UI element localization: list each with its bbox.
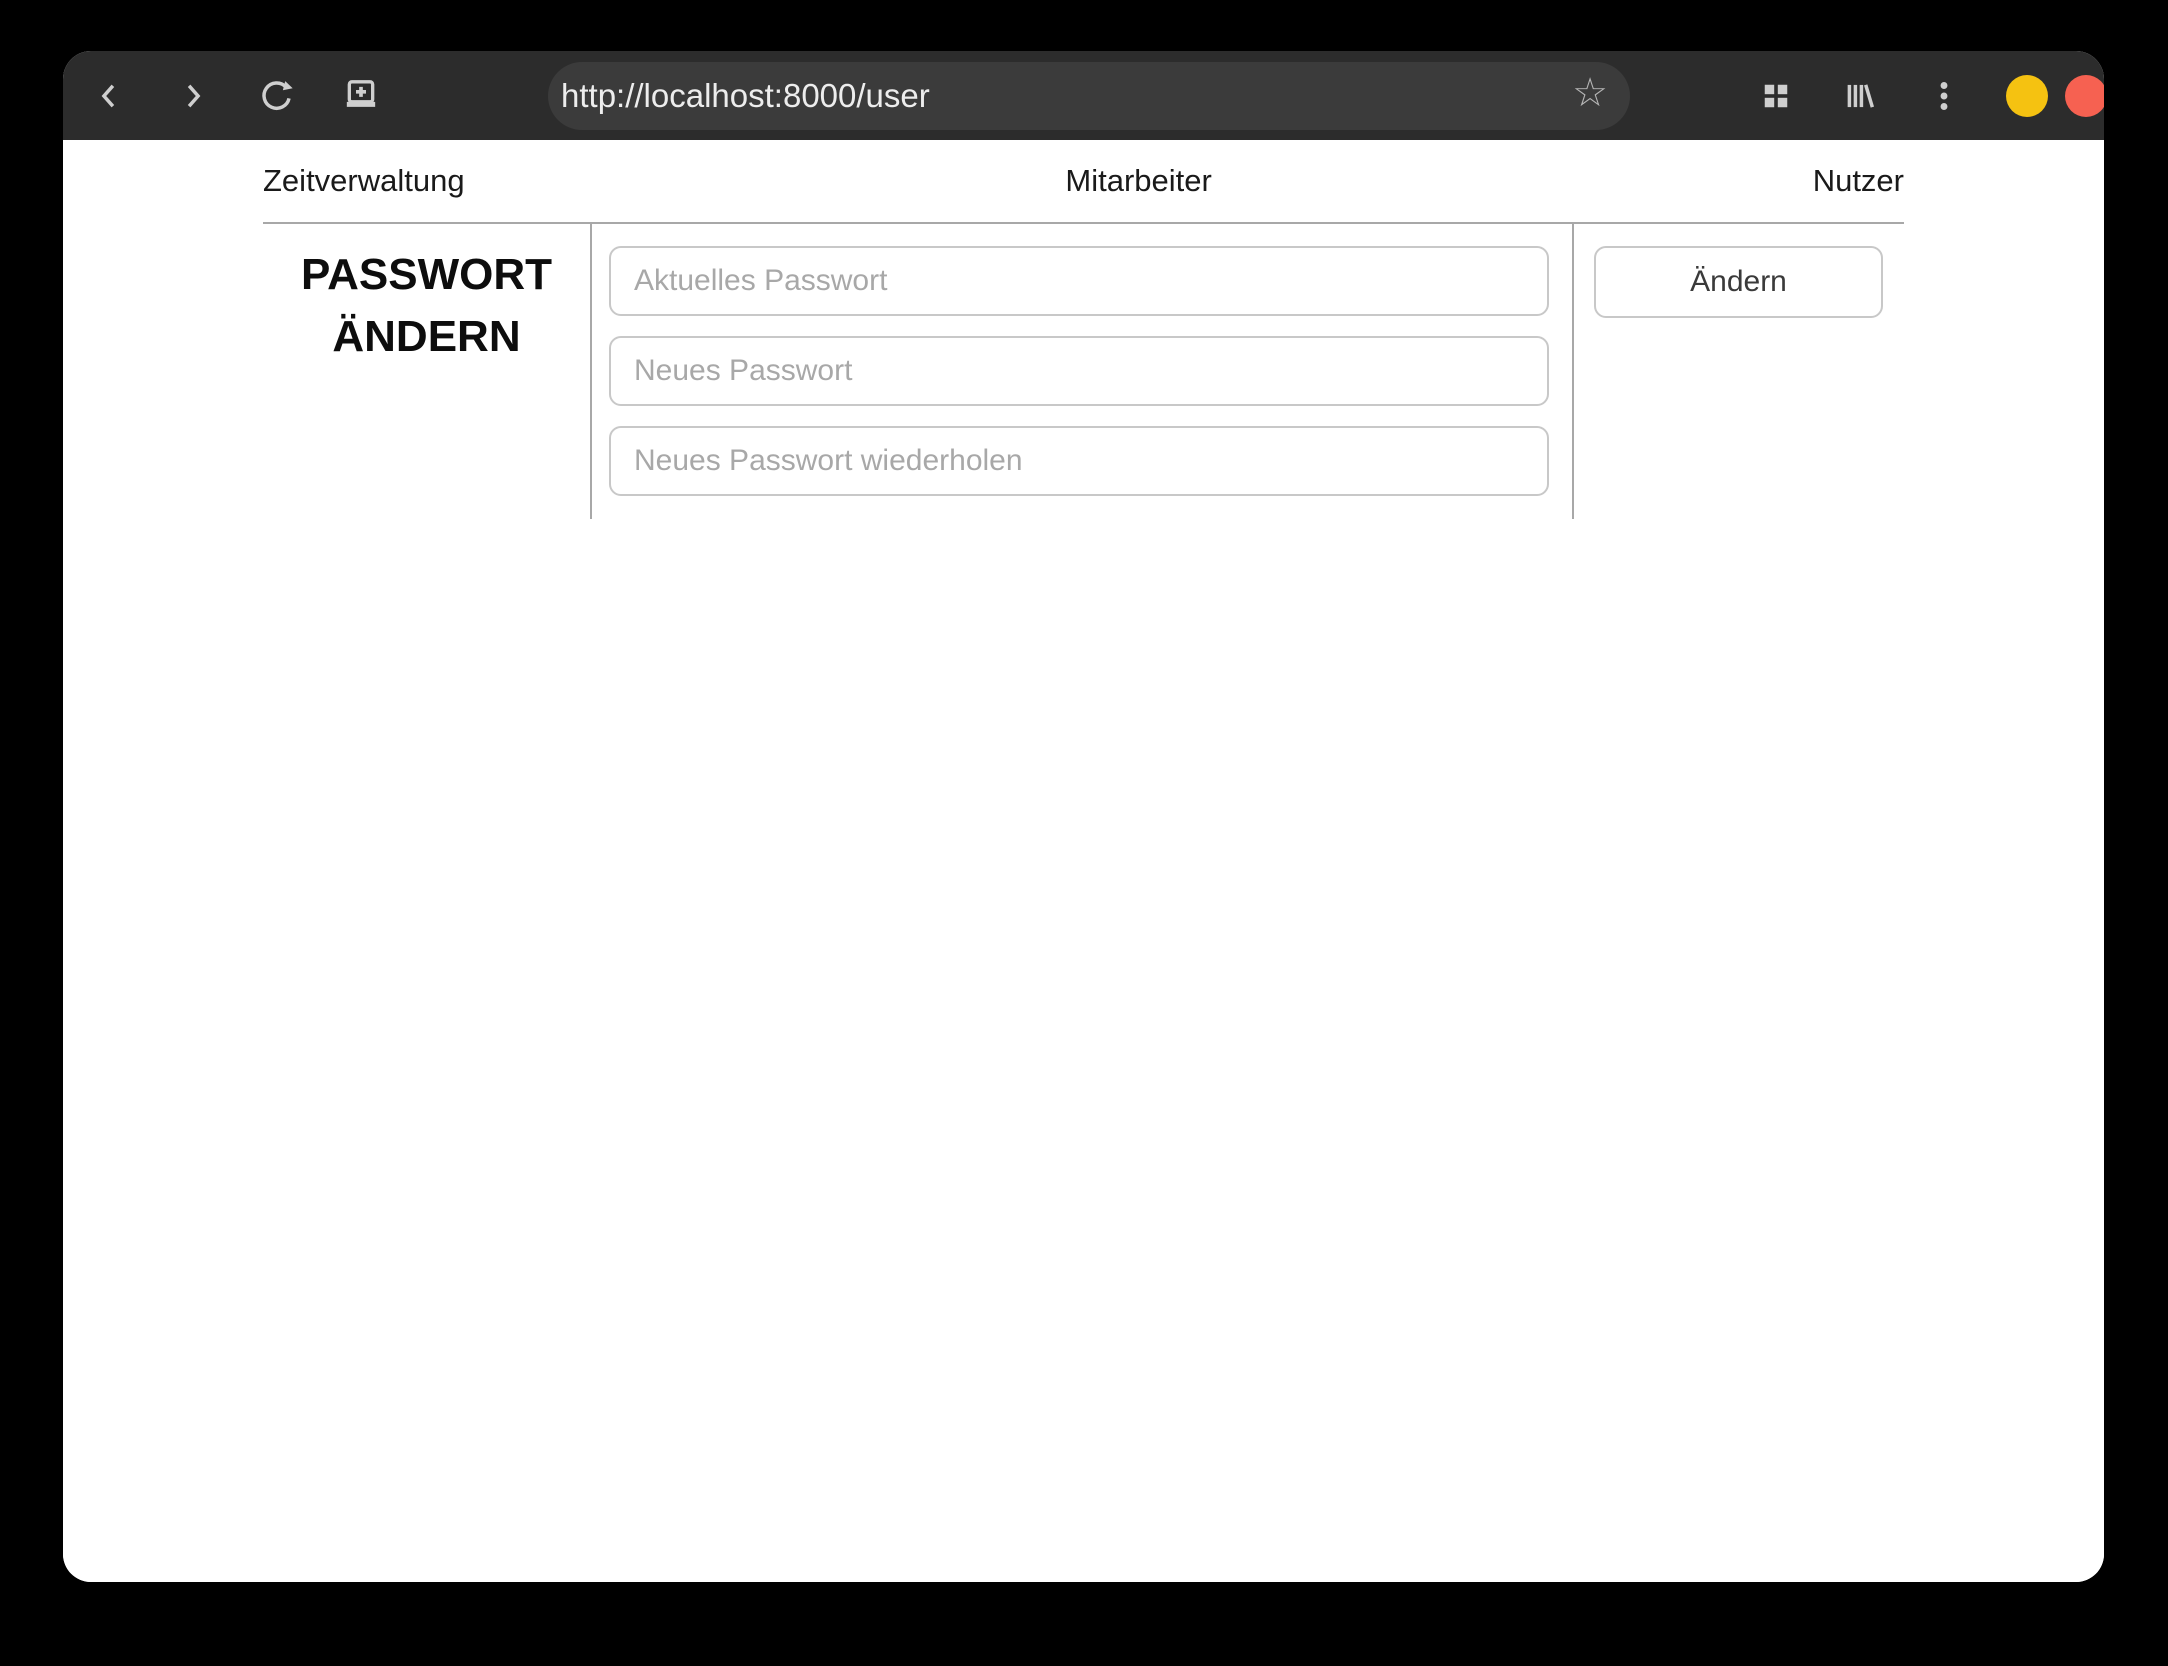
extensions-grid-icon [1764, 84, 1788, 107]
minimize-window-button[interactable] [2006, 74, 2048, 117]
nav-item-mitarbeiter[interactable]: Mitarbeiter [1065, 163, 1211, 199]
section-heading-column: PASSWORT ÄNDERN [263, 224, 592, 519]
change-password-button[interactable]: Ändern [1594, 246, 1883, 318]
new-tab-button[interactable] [339, 74, 383, 118]
close-window-button[interactable] [2065, 74, 2104, 117]
library-icon [1847, 83, 1875, 108]
current-password-input[interactable] [609, 246, 1549, 316]
new-password-input[interactable] [609, 336, 1549, 406]
window-controls [2006, 74, 2104, 117]
forward-chevron-icon [187, 84, 201, 107]
new-tab-icon [346, 79, 376, 107]
reload-icon [262, 80, 293, 110]
menu-button[interactable] [1922, 74, 1966, 118]
section-title: PASSWORT ÄNDERN [263, 244, 590, 368]
submit-column: Ändern [1574, 224, 1904, 519]
library-button[interactable] [1838, 74, 1882, 118]
back-chevron-icon [101, 84, 115, 107]
nav-item-zeitverwaltung[interactable]: Zeitverwaltung [263, 163, 465, 199]
repeat-new-password-input[interactable] [609, 426, 1549, 496]
kebab-menu-icon [1940, 81, 1948, 110]
extensions-button[interactable] [1754, 74, 1798, 118]
browser-toolbar: ☆ [63, 51, 2104, 140]
section-title-line1: PASSWORT [301, 250, 552, 299]
content-container: Zeitverwaltung Mitarbeiter Nutzer PASSWO… [263, 140, 1904, 519]
browser-window: ☆ [63, 51, 2104, 1582]
password-fields-column [592, 224, 1574, 519]
bookmark-star-icon: ☆ [1572, 70, 1608, 115]
url-bar[interactable]: ☆ [548, 61, 1630, 130]
nav-item-nutzer[interactable]: Nutzer [1813, 163, 1904, 199]
password-change-section: PASSWORT ÄNDERN Ändern [263, 222, 1904, 519]
page-content: Zeitverwaltung Mitarbeiter Nutzer PASSWO… [63, 140, 2104, 1582]
forward-button[interactable] [171, 74, 215, 118]
main-nav: Zeitverwaltung Mitarbeiter Nutzer [263, 140, 1904, 222]
section-title-line2: ÄNDERN [332, 312, 521, 361]
url-input[interactable] [561, 76, 1569, 115]
back-button[interactable] [87, 74, 131, 118]
bookmark-button[interactable]: ☆ [1568, 73, 1612, 119]
reload-button[interactable] [255, 74, 299, 118]
